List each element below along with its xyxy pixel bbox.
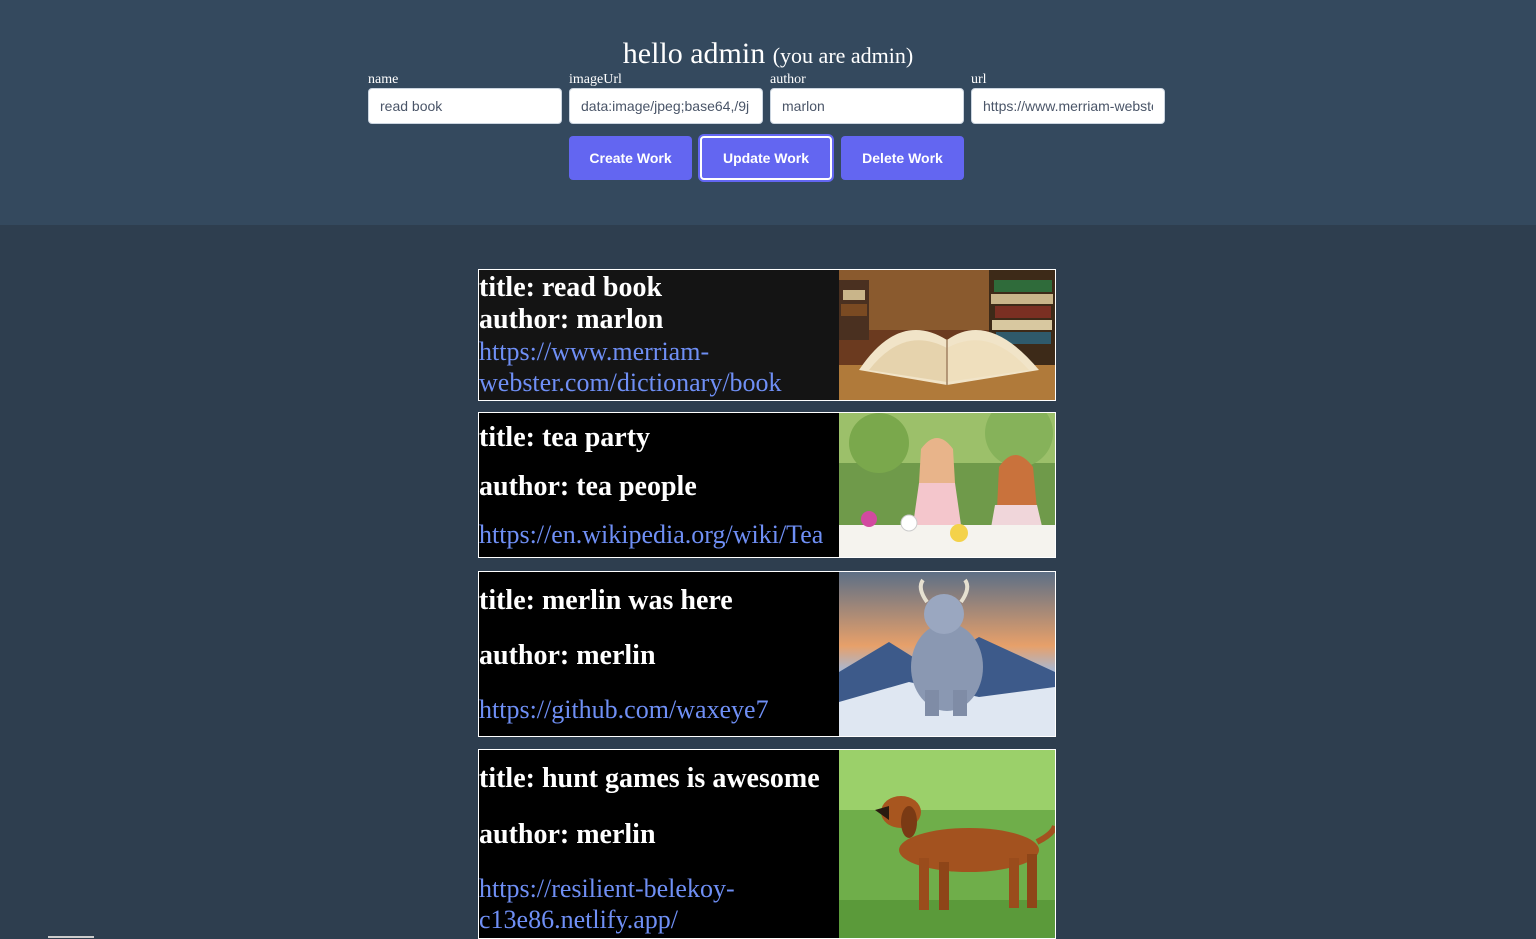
tea-party-photo [839,413,1055,557]
image-url-input[interactable] [569,88,763,124]
work-info: title: hunt games is awesome author: mer… [479,763,839,935]
author-input[interactable] [770,88,964,124]
url-field-group: url [971,72,1165,124]
dachshund-photo [839,750,1055,938]
work-author: author: marlon [479,304,664,335]
work-link[interactable]: https://resilient-belekoy-c13e86.netlify… [479,873,779,935]
work-author: author: merlin [479,640,656,671]
work-link[interactable]: https://www.merriam-webster.com/dictiona… [479,336,809,398]
work-info: title: merlin was here author: merlin ht… [479,585,839,725]
author-field-group: author [770,72,964,124]
work-title: title: merlin was here [479,585,733,616]
url-input[interactable] [971,88,1165,124]
work-card: title: read book author: marlon https://… [478,269,1056,401]
image-url-label: imageUrl [569,72,622,87]
work-author: author: merlin [479,819,656,850]
work-title: title: read book [479,272,663,303]
open-book-photo [839,270,1055,400]
work-author: author: tea people [479,471,697,502]
work-link[interactable]: https://en.wikipedia.org/wiki/Tea [479,519,839,550]
image-url-field-group: imageUrl [569,72,763,124]
url-label: url [971,72,987,87]
work-title: title: hunt games is awesome [479,763,820,794]
greeting-text: hello admin [622,37,766,70]
work-info: title: tea party author: tea people http… [479,422,839,550]
create-work-button[interactable]: Create Work [569,136,692,180]
work-title: title: tea party [479,422,651,453]
work-card: title: hunt games is awesome author: mer… [478,749,1056,939]
work-link[interactable]: https://github.com/waxeye7 [479,694,839,725]
author-label: author [770,72,806,87]
role-note: (you are admin) [772,43,914,68]
work-info: title: read book author: marlon https://… [479,272,839,398]
delete-work-button[interactable]: Delete Work [841,136,964,180]
name-label: name [368,72,399,87]
yeti-photo [839,572,1055,736]
name-input[interactable] [368,88,562,124]
name-field-group: name [368,72,562,124]
greeting-heading: hello admin (you are admin) [0,36,1536,74]
admin-header: hello admin (you are admin) name imageUr… [0,0,1536,225]
update-work-button[interactable]: Update Work [700,136,832,180]
work-card: title: tea party author: tea people http… [478,412,1056,558]
work-card: title: merlin was here author: merlin ht… [478,571,1056,737]
